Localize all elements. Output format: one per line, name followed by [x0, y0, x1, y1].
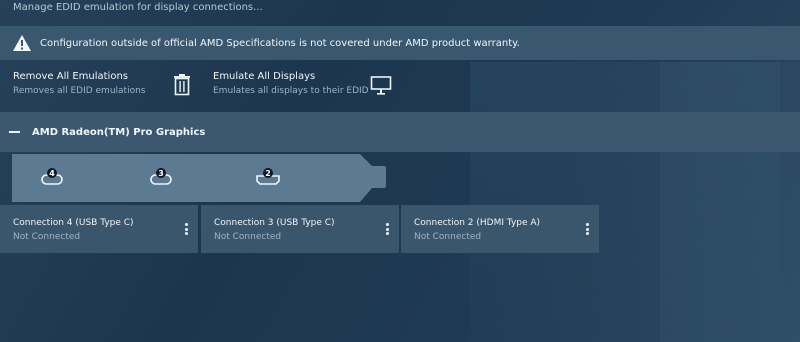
warning-text: Configuration outside of official AMD Sp… [40, 37, 520, 49]
more-options-icon[interactable] [183, 223, 189, 237]
emulate-all-displays-label: Emulate All Displays [213, 71, 316, 82]
connection-4-title: Connection 4 (USB Type C) [13, 218, 134, 228]
connection-card-4[interactable]: Connection 4 (USB Type C) Not Connected [0, 205, 198, 253]
page-subtitle: Manage EDID emulation for display connec… [13, 2, 263, 13]
more-options-icon[interactable] [384, 223, 390, 237]
connection-card-3[interactable]: Connection 3 (USB Type C) Not Connected [201, 205, 399, 253]
emulate-all-displays-action[interactable]: Emulate All Displays Emulates all displa… [213, 70, 369, 98]
port-2-number: 2 [265, 169, 271, 178]
connection-4-status: Not Connected [13, 232, 81, 242]
port-3-number: 3 [158, 169, 164, 178]
connection-2-status: Not Connected [414, 232, 482, 242]
connection-3-status: Not Connected [214, 232, 282, 242]
warning-banner: Configuration outside of official AMD Sp… [0, 26, 800, 60]
more-options-icon[interactable] [584, 223, 590, 237]
gpu-section-header[interactable]: AMD Radeon(TM) Pro Graphics [0, 112, 800, 152]
connection-3-title: Connection 3 (USB Type C) [214, 218, 335, 228]
usb-c-port-3-icon[interactable]: 3 [148, 167, 174, 187]
collapse-icon[interactable] [9, 131, 20, 133]
gpu-name: AMD Radeon(TM) Pro Graphics [32, 126, 206, 138]
background-panel-right [660, 62, 800, 342]
emulate-all-displays-description: Emulates all displays to their EDID [213, 86, 369, 96]
connection-2-title: Connection 2 (HDMI Type A) [414, 218, 541, 228]
gpu-bracket-illustration [12, 154, 386, 202]
port-4-number: 4 [49, 169, 55, 178]
monitor-icon[interactable] [370, 74, 392, 96]
usb-c-port-4-icon[interactable]: 4 [39, 167, 65, 187]
remove-all-emulations-label: Remove All Emulations [13, 71, 129, 82]
remove-all-emulations-action[interactable]: Remove All Emulations Removes all EDID e… [13, 70, 145, 98]
trash-icon[interactable] [172, 74, 192, 96]
remove-all-emulations-description: Removes all EDID emulations [13, 86, 146, 96]
warning-triangle-icon [13, 35, 31, 51]
hdmi-port-2-icon[interactable]: 2 [255, 167, 281, 187]
connection-card-2[interactable]: Connection 2 (HDMI Type A) Not Connected [401, 205, 599, 253]
